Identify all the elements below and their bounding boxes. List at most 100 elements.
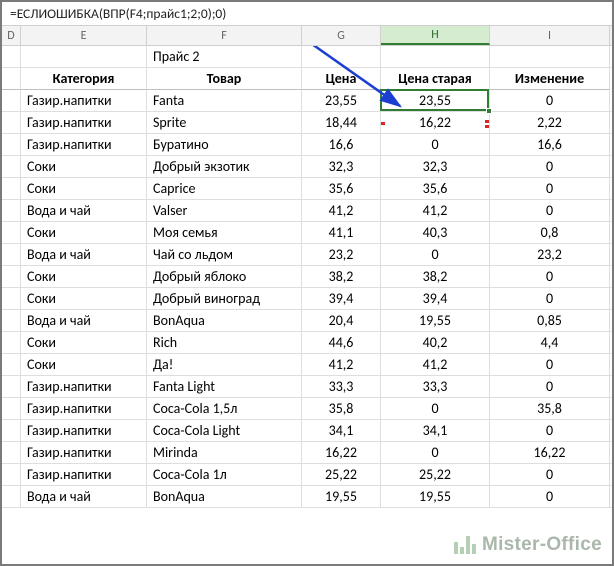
cell[interactable]	[490, 46, 610, 67]
cell-item[interactable]: Coca-Cola Light	[147, 420, 302, 441]
cell-price[interactable]: 38,2	[302, 266, 381, 287]
formula-bar[interactable]: =ЕСЛИОШИБКА(ВПР(F4;прайс1;2;0);0)	[2, 2, 612, 26]
cell[interactable]	[2, 354, 21, 375]
cell-change[interactable]: 23,2	[490, 244, 610, 265]
cell[interactable]	[2, 68, 21, 90]
cell-item[interactable]: Fanta	[147, 90, 302, 111]
cell-category[interactable]: Газир.напитки	[21, 90, 147, 111]
cell-category[interactable]: Газир.напитки	[21, 112, 147, 133]
cell-price[interactable]: 18,44	[302, 112, 381, 133]
cell-category[interactable]: Вода и чай	[21, 486, 147, 507]
cell-old-price[interactable]: 0	[381, 442, 490, 463]
cell-price[interactable]: 33,3	[302, 376, 381, 397]
cell-item[interactable]: BonAqua	[147, 486, 302, 507]
cell-price[interactable]: 34,1	[302, 420, 381, 441]
cell-item[interactable]: Буратино	[147, 134, 302, 155]
cell-change[interactable]: 0	[490, 288, 610, 309]
cell[interactable]	[2, 398, 21, 419]
cell[interactable]	[2, 200, 21, 221]
section-title-cell[interactable]: Прайс 2	[147, 46, 302, 67]
cell-change[interactable]: 16,6	[490, 134, 610, 155]
cell-item[interactable]: Caprice	[147, 178, 302, 199]
cell-change[interactable]: 0,85	[490, 310, 610, 331]
cell-price[interactable]: 41,2	[302, 200, 381, 221]
cell-price[interactable]: 25,22	[302, 464, 381, 485]
cell-price[interactable]: 35,6	[302, 178, 381, 199]
cell-change[interactable]: 16,22	[490, 442, 610, 463]
cell-price[interactable]: 16,6	[302, 134, 381, 155]
header-category[interactable]: Категория	[21, 68, 147, 90]
cell[interactable]	[2, 464, 21, 485]
cell-change[interactable]: 2,22	[490, 112, 610, 133]
cell[interactable]	[21, 46, 147, 67]
cell[interactable]	[2, 156, 21, 177]
header-price[interactable]: Цена	[302, 68, 381, 90]
cell-category[interactable]: Соки	[21, 332, 147, 353]
cell[interactable]	[2, 376, 21, 397]
cell-item[interactable]: Да!	[147, 354, 302, 375]
cell-category[interactable]: Соки	[21, 222, 147, 243]
col-header-I[interactable]: I	[490, 26, 610, 45]
cell-old-price[interactable]: 19,55	[381, 310, 490, 331]
cell-category[interactable]: Соки	[21, 288, 147, 309]
cell[interactable]	[2, 134, 21, 155]
cell-old-price[interactable]: 0	[381, 134, 490, 155]
cell-change[interactable]: 0	[490, 486, 610, 507]
header-item[interactable]: Товар	[147, 68, 302, 90]
cell-item[interactable]: BonAqua	[147, 310, 302, 331]
cell-old-price[interactable]: 34,1	[381, 420, 490, 441]
cell-old-price[interactable]: 25,22	[381, 464, 490, 485]
cell-item[interactable]: Чай со льдом	[147, 244, 302, 265]
col-header-F[interactable]: F	[147, 26, 302, 45]
cell[interactable]	[2, 46, 21, 67]
cell-item[interactable]: Fanta Light	[147, 376, 302, 397]
cell-old-price[interactable]: 41,2	[381, 354, 490, 375]
cell-item[interactable]: Sprite	[147, 112, 302, 133]
cell-change[interactable]: 35,8	[490, 398, 610, 419]
cell-change[interactable]: 0,8	[490, 222, 610, 243]
cell-old-price[interactable]: 40,2	[381, 332, 490, 353]
cell-old-price[interactable]: 33,3	[381, 376, 490, 397]
cell[interactable]	[2, 244, 21, 265]
cell-old-price[interactable]: 32,3	[381, 156, 490, 177]
cell-price[interactable]: 19,55	[302, 486, 381, 507]
cell-category[interactable]: Соки	[21, 266, 147, 287]
cell-old-price[interactable]: 16,22	[381, 112, 490, 133]
cell-change[interactable]: 0	[490, 156, 610, 177]
cell-old-price[interactable]: 38,2	[381, 266, 490, 287]
cell-price[interactable]: 16,22	[302, 442, 381, 463]
cell-category[interactable]: Вода и чай	[21, 244, 147, 265]
cell[interactable]	[2, 222, 21, 243]
cell-category[interactable]: Вода и чай	[21, 200, 147, 221]
cell-old-price[interactable]: 0	[381, 244, 490, 265]
cell-change[interactable]: 0	[490, 464, 610, 485]
cell[interactable]	[2, 310, 21, 331]
header-old-price[interactable]: Цена старая	[381, 68, 490, 90]
cell[interactable]	[381, 46, 490, 67]
cell-change[interactable]: 0	[490, 200, 610, 221]
cell[interactable]	[2, 442, 21, 463]
cell-change[interactable]: 4,4	[490, 332, 610, 353]
cell-old-price[interactable]: 39,4	[381, 288, 490, 309]
cell-price[interactable]: 32,3	[302, 156, 381, 177]
cell-price[interactable]: 23,55	[302, 90, 381, 111]
cell-price[interactable]: 41,1	[302, 222, 381, 243]
cell[interactable]	[2, 178, 21, 199]
col-header-E[interactable]: E	[21, 26, 147, 45]
cell-category[interactable]: Газир.напитки	[21, 442, 147, 463]
cell-item[interactable]: Coca-Cola 1л	[147, 464, 302, 485]
cell-old-price[interactable]: 35,6	[381, 178, 490, 199]
cell-old-price[interactable]: 19,55	[381, 486, 490, 507]
cell[interactable]	[2, 420, 21, 441]
cell[interactable]	[2, 112, 21, 133]
cell-old-price[interactable]: 41,2	[381, 200, 490, 221]
cell-category[interactable]: Газир.напитки	[21, 464, 147, 485]
cell-price[interactable]: 35,8	[302, 398, 381, 419]
cell-item[interactable]: Rich	[147, 332, 302, 353]
cell-category[interactable]: Вода и чай	[21, 310, 147, 331]
cell-price[interactable]: 20,4	[302, 310, 381, 331]
cell-item[interactable]: Coca-Cola 1,5л	[147, 398, 302, 419]
cell-item[interactable]: Mirinda	[147, 442, 302, 463]
col-header-H[interactable]: H	[381, 26, 490, 45]
cell[interactable]	[302, 46, 381, 67]
